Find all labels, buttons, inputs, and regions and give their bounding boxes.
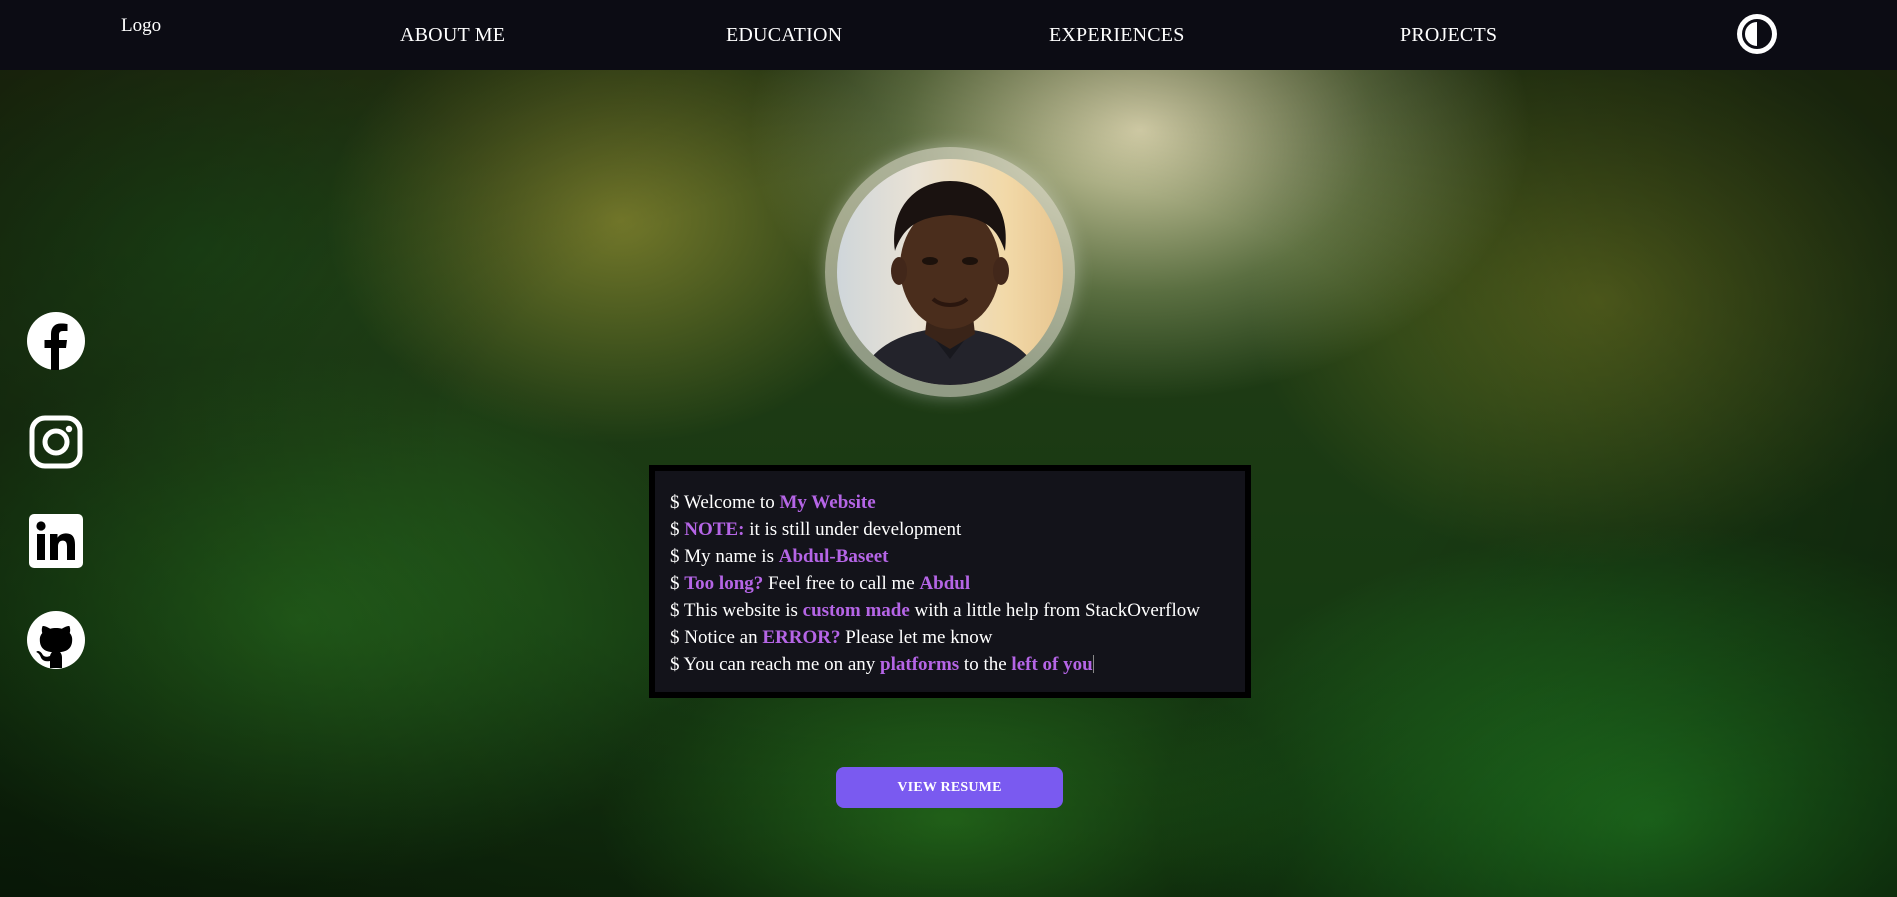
instagram-link[interactable]	[26, 412, 86, 472]
terminal-text: $ You can reach me on any	[670, 654, 881, 675]
terminal-highlight-text: Abdul	[919, 573, 971, 594]
terminal-line: $ Too long? Feel free to call me Abdul	[670, 570, 1245, 597]
terminal-text: it is still under development	[744, 519, 962, 540]
terminal-text: $ This website is	[670, 600, 803, 621]
logo[interactable]: Logo	[121, 15, 161, 37]
terminal-text: $ Welcome to	[670, 492, 780, 513]
profile-photo	[837, 159, 1063, 385]
terminal-highlight-text: ERROR?	[762, 627, 841, 648]
terminal-text: Please let me know	[840, 627, 993, 648]
terminal-highlight-text: custom made	[802, 600, 910, 621]
facebook-link[interactable]	[26, 311, 86, 371]
linkedin-link[interactable]	[26, 511, 86, 571]
nav-link-about-me[interactable]: ABOUT ME	[400, 24, 505, 47]
navbar: Logo ABOUT ME EDUCATION EXPERIENCES PROJ…	[0, 0, 1897, 70]
terminal-content: $ Welcome to My Website $ NOTE: it is sti…	[655, 471, 1245, 692]
terminal-highlight-text: NOTE:	[684, 519, 745, 540]
terminal-highlight-text: platforms	[880, 654, 960, 675]
terminal-text: $	[670, 519, 685, 540]
facebook-icon	[27, 312, 85, 370]
terminal-line: $ This website is custom made with a lit…	[670, 597, 1245, 624]
terminal-line: $ My name is Abdul-Baseet	[670, 543, 1245, 570]
terminal-line: $ Notice an ERROR? Please let me know	[670, 624, 1245, 651]
github-link[interactable]	[26, 610, 86, 670]
terminal-highlight-text: Too long?	[684, 573, 764, 594]
nav-link-experiences[interactable]: EXPERIENCES	[1049, 24, 1185, 47]
terminal-highlight-text: Abdul-Baseet	[778, 546, 889, 567]
terminal-box: $ Welcome to My Website $ NOTE: it is sti…	[649, 465, 1251, 698]
terminal-text: $	[670, 573, 685, 594]
terminal-line: $ NOTE: it is still under development	[670, 516, 1245, 543]
terminal-cursor	[1092, 655, 1094, 673]
contrast-icon	[1742, 19, 1772, 49]
forest-background	[0, 0, 1897, 897]
profile-photo-frame	[825, 147, 1075, 397]
terminal-line: $ Welcome to My Website	[670, 489, 1245, 516]
view-resume-button[interactable]: VIEW RESUME	[836, 767, 1063, 808]
nav-link-projects[interactable]: PROJECTS	[1400, 24, 1497, 47]
nav-link-education[interactable]: EDUCATION	[726, 24, 842, 47]
terminal-text: $ Notice an	[670, 627, 763, 648]
terminal-text: to the	[959, 654, 1012, 675]
terminal-highlight-text: left of you	[1011, 654, 1093, 675]
instagram-icon	[29, 415, 83, 469]
terminal-text: $ My name is	[670, 546, 779, 567]
terminal-line: $ You can reach me on any platforms to t…	[670, 651, 1245, 678]
terminal-highlight-text: My Website	[779, 492, 876, 513]
linkedin-icon	[29, 514, 83, 568]
theme-toggle-button[interactable]	[1737, 14, 1777, 54]
github-icon	[27, 611, 85, 669]
terminal-text: with a little help from StackOverflow	[909, 600, 1201, 621]
terminal-text: Feel free to call me	[763, 573, 920, 594]
